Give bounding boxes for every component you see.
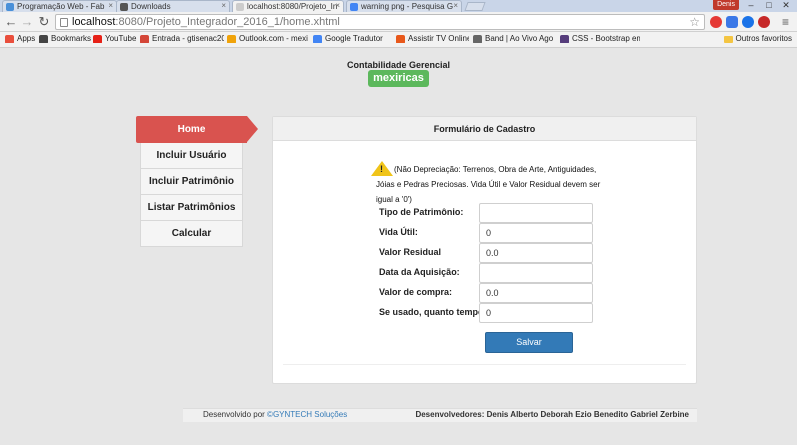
form-row-tempo-uso: Se usado, quanto tempo: (379, 303, 699, 323)
other-bookmarks[interactable]: Outros favoritos (723, 34, 792, 43)
star-icon (39, 35, 48, 43)
address-bar: ← → ↻ localhost:8080/Projeto_Integrador_… (0, 12, 797, 32)
field-label: Se usado, quanto tempo: (379, 307, 487, 317)
opera-extension-icon[interactable] (710, 16, 722, 28)
valor-compra-input[interactable] (479, 283, 593, 303)
close-button[interactable]: ✕ (778, 0, 794, 11)
bookmark-item[interactable]: Band | Ao Vivo Agora (473, 34, 553, 43)
field-label: Data da Aquisição: (379, 267, 460, 277)
footer-credit: Desenvolvido por ©GYNTECH Soluções (203, 410, 348, 419)
footer: Desenvolvido por ©GYNTECH Soluções Desen… (183, 408, 697, 422)
band-icon (473, 35, 482, 43)
field-label: Valor de compra: (379, 287, 453, 297)
bookmarks-bar: Apps Bookmarks YouTube Entrada - gtisena… (0, 32, 797, 48)
bookmark-item[interactable]: CSS - Bootstrap em P (560, 34, 640, 43)
field-label: Vida Útil: (379, 227, 418, 237)
page-icon (236, 3, 244, 11)
side-navigation: Home Incluir Usuário Incluir Patrimônio … (136, 116, 258, 247)
warning-text: (Não Depreciação: Terrenos, Obra de Arte… (376, 165, 601, 204)
tab-title: Downloads (131, 2, 171, 11)
profile-button[interactable]: Denis (713, 0, 739, 10)
url-text: localhost:8080/Projeto_Integrador_2016_1… (72, 16, 340, 28)
youtube-icon (93, 35, 102, 43)
gyntech-link[interactable]: ©GYNTECH Soluções (267, 410, 347, 419)
form-panel: Formulário de Cadastro ! (Não Depreciaçã… (272, 116, 697, 384)
form-row-tipo: Tipo de Patrimônio: (379, 203, 699, 223)
url-input[interactable]: localhost:8080/Projeto_Integrador_2016_1… (55, 14, 705, 30)
translate-icon (313, 35, 322, 43)
tempo-uso-input[interactable] (479, 303, 593, 323)
browser-tab-active[interactable]: localhost:8080/Projeto_In × (232, 0, 344, 12)
data-aquisicao-input[interactable] (479, 263, 593, 283)
outlook-icon (227, 35, 236, 43)
minimize-button[interactable]: – (743, 0, 759, 10)
download-icon (120, 3, 128, 11)
browser-tab[interactable]: warning png - Pesquisa G × (346, 0, 462, 12)
tab-title: Programação Web - Fab (17, 2, 105, 11)
apps-icon (5, 35, 14, 43)
footer-developers: Desenvolvedores: Denis Alberto Deborah E… (415, 410, 689, 419)
tab-title: warning png - Pesquisa G (361, 2, 454, 11)
folder-icon (723, 36, 733, 43)
divider (283, 364, 686, 365)
nav-home[interactable]: Home (136, 116, 258, 143)
panel-title: Formulário de Cadastro (273, 117, 696, 141)
bootstrap-icon (560, 35, 569, 43)
bookmark-item[interactable]: Entrada - gtisenac201 (140, 34, 224, 43)
extension-icon[interactable] (742, 16, 754, 28)
tipo-patrimonio-input[interactable] (479, 203, 593, 223)
reload-icon[interactable]: ↻ (37, 14, 51, 30)
brand-title: Contabilidade Gerencial (346, 60, 451, 70)
google-icon (350, 3, 358, 11)
bookmark-apps[interactable]: Apps (5, 34, 39, 43)
nav-incluir-usuario[interactable]: Incluir Usuário (140, 143, 243, 169)
vida-util-input[interactable] (479, 223, 593, 243)
tab-favicon-icon (6, 3, 14, 11)
back-icon[interactable]: ← (4, 14, 18, 30)
adblock-extension-icon[interactable] (758, 16, 770, 28)
bookmark-item[interactable]: Google Tradutor (313, 34, 390, 43)
new-tab-button[interactable] (464, 2, 486, 11)
tab-close-icon[interactable]: × (108, 1, 113, 10)
tv-icon (396, 35, 405, 43)
form-row-valor-residual: Valor Residual (379, 243, 699, 263)
nav-incluir-patrimonio[interactable]: Incluir Patrimônio (140, 169, 243, 195)
page-info-icon[interactable] (60, 18, 68, 27)
browser-tab[interactable]: Downloads × (116, 0, 230, 12)
save-button[interactable]: Salvar (485, 332, 573, 353)
tab-strip: Programação Web - Fab × Downloads × loca… (0, 0, 797, 12)
valor-residual-input[interactable] (479, 243, 593, 263)
form-row-vida-util: Vida Útil: (379, 223, 699, 243)
form-row-valor-compra: Valor de compra: (379, 283, 699, 303)
menu-icon[interactable]: ≡ (782, 15, 789, 29)
field-label: Valor Residual (379, 247, 442, 257)
form-row-data-aquisicao: Data da Aquisição: (379, 263, 699, 283)
browser-tab[interactable]: Programação Web - Fab × (2, 0, 117, 12)
tab-close-icon[interactable]: × (453, 1, 458, 10)
maximize-button[interactable]: □ (761, 0, 777, 10)
nav-listar-patrimonios[interactable]: Listar Patrimônios (140, 195, 243, 221)
bookmark-item[interactable]: Outlook.com - mexi (227, 34, 310, 43)
bookmark-item[interactable]: Assistir TV Online Grá (396, 34, 469, 43)
translate-extension-icon[interactable] (726, 16, 738, 28)
field-label: Tipo de Patrimônio: (379, 207, 464, 217)
tab-close-icon[interactable]: × (221, 1, 226, 10)
tab-close-icon[interactable]: × (335, 1, 340, 10)
nav-calcular[interactable]: Calcular (140, 221, 243, 247)
brand-badge: mexiricas (368, 70, 429, 87)
tab-title: localhost:8080/Projeto_In (247, 2, 338, 11)
bookmark-star-icon[interactable]: ☆ (689, 15, 700, 29)
bookmark-item[interactable]: Bookmarks (39, 34, 93, 43)
bookmark-item[interactable]: YouTube (93, 34, 141, 43)
gmail-icon (140, 35, 149, 43)
forward-icon[interactable]: → (20, 14, 34, 30)
